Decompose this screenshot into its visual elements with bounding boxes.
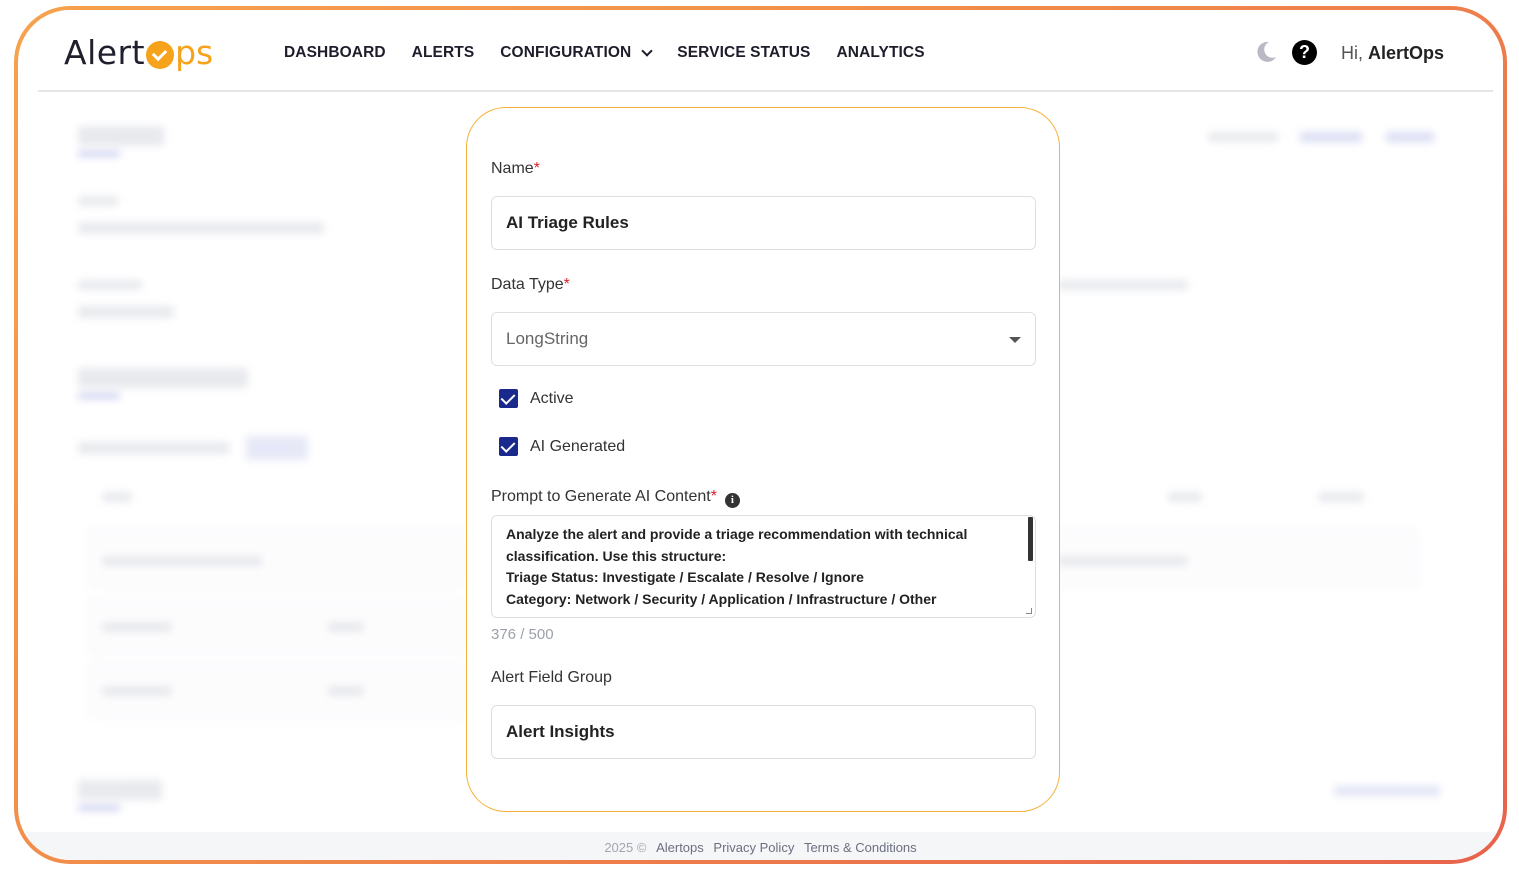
data-type-select[interactable]: LongString [491,312,1036,366]
required-mark: * [533,160,540,177]
greeting-prefix: Hi, [1341,43,1363,63]
app-window: Alert ps DASHBOARD ALERTS CONFIGURATION … [18,10,1503,860]
ai-generated-label: AI Generated [530,437,626,455]
user-greeting[interactable]: Hi, AlertOps [1341,43,1444,64]
resize-handle-icon[interactable] [1026,608,1032,614]
field-group-input[interactable]: Alert Insights [491,705,1036,759]
logo-text: Alert [64,32,146,72]
prompt-textarea[interactable]: Analyze the alert and provide a triage r… [491,515,1036,618]
field-editor-dialog: Name* AI Triage Rules Data Type* LongStr… [466,107,1060,812]
footer-privacy-link[interactable]: Privacy Policy [713,840,794,855]
top-navbar: Alert ps DASHBOARD ALERTS CONFIGURATION … [38,10,1493,92]
name-input[interactable]: AI Triage Rules [491,196,1036,250]
prompt-line: Triage Status: Investigate / Escalate / … [506,569,864,586]
prompt-label-text: Prompt to Generate AI Content [491,488,711,505]
nav-configuration-label: CONFIGURATION [500,44,632,61]
screenshot-frame: Alert ps DASHBOARD ALERTS CONFIGURATION … [14,6,1507,864]
active-checkbox[interactable] [499,389,518,408]
nav-configuration[interactable]: CONFIGURATION [500,44,653,62]
ai-generated-checkbox-row[interactable]: AI Generated [499,437,625,456]
prompt-label: Prompt to Generate AI Content* i [491,488,740,508]
ai-generated-checkbox[interactable] [499,437,518,456]
field-group-label: Alert Field Group [491,669,612,686]
prompt-line: classification. Use this structure: [506,547,727,564]
field-group-value: Alert Insights [506,722,615,741]
required-mark: * [563,276,570,293]
name-label-text: Name [491,160,534,177]
data-type-label: Data Type* [491,276,570,294]
page-footer: 2025 © Alertops Privacy Policy Terms & C… [18,832,1503,860]
nav-dashboard[interactable]: DASHBOARD [284,44,386,62]
footer-year: 2025 © [604,840,647,855]
nav-service-status[interactable]: SERVICE STATUS [677,44,810,62]
name-input-value: AI Triage Rules [506,213,629,232]
prompt-line: Analyze the alert and provide a triage r… [506,526,968,542]
info-icon[interactable]: i [724,493,740,508]
footer-company-link[interactable]: Alertops [656,840,704,855]
logo-text-tail: ps [175,32,214,72]
main-nav: DASHBOARD ALERTS CONFIGURATION SERVICE S… [284,44,951,62]
moon-icon[interactable] [1254,40,1278,64]
data-type-label-text: Data Type [491,276,564,293]
chevron-down-icon [641,44,653,57]
alertops-logo[interactable]: Alert ps [64,32,213,72]
active-checkbox-row[interactable]: Active [499,389,574,408]
character-counter: 376 / 500 [491,626,554,643]
greeting-name: AlertOps [1368,43,1445,63]
dropdown-caret-icon [1009,337,1021,343]
textarea-scrollbar[interactable] [1028,517,1033,561]
prompt-line: Category: Network / Security / Applicati… [506,591,937,608]
footer-terms-link[interactable]: Terms & Conditions [804,840,917,855]
active-label: Active [530,389,574,407]
required-mark: * [710,488,717,505]
logo-check-icon [146,41,175,69]
nav-alerts[interactable]: ALERTS [412,44,475,62]
data-type-value: LongString [506,329,589,348]
help-icon[interactable]: ? [1292,40,1317,65]
nav-analytics[interactable]: ANALYTICS [836,44,924,62]
name-label: Name* [491,160,540,178]
